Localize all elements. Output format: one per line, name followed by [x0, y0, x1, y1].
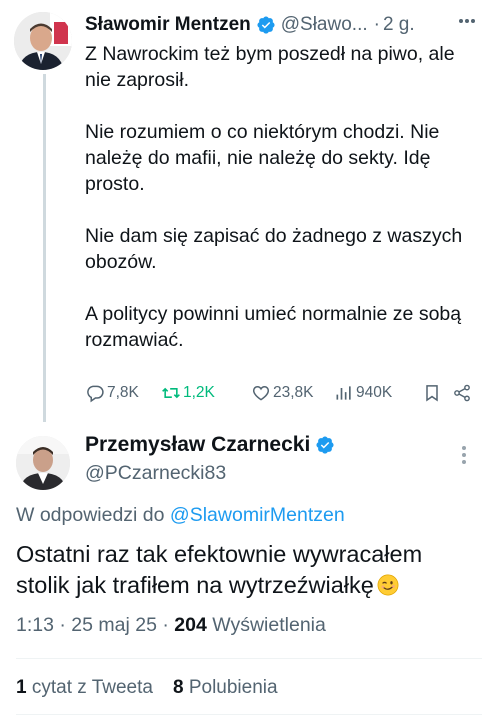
tweet-paragraph: A politycy powinni umieć normalnie ze so… [85, 303, 462, 351]
tweet-body: Ostatni raz tak efektownie wywracałem st… [16, 539, 481, 601]
likes-stat[interactable]: 8 Polubienia [173, 677, 278, 698]
winking-face-emoji [377, 574, 399, 596]
divider [16, 714, 482, 715]
tweet-meta: 1:13 · 25 maj 25 · 204 Wyświetlenia [16, 614, 326, 637]
tweet-paragraph: Nie rozumiem o co niektórym chodzi. Nie … [85, 121, 440, 195]
avatar-image-czarnecki [16, 436, 70, 490]
tweet-time[interactable]: 2 g. [383, 14, 415, 36]
author-name[interactable]: Przemysław Czarnecki [85, 433, 310, 457]
thread-connector-line [43, 74, 46, 422]
views-icon [336, 386, 351, 400]
bookmark-icon [426, 385, 438, 402]
author-name[interactable]: Sławomir Mentzen [85, 14, 251, 36]
reply-mention-link[interactable]: @SlawomirMentzen [170, 504, 345, 526]
like-count: 23,8K [273, 384, 314, 401]
quotes-label: cytat z Tweeta [31, 677, 153, 698]
views-button[interactable]: 940K [334, 383, 422, 403]
divider [16, 658, 482, 659]
reply-button[interactable]: 7,8K [85, 383, 161, 403]
views-count: 940K [356, 384, 393, 401]
verified-badge-icon [316, 436, 334, 454]
reply-count: 7,8K [107, 384, 139, 401]
reply-prefix: W odpowiedzi do [16, 504, 165, 526]
share-icon [454, 384, 470, 402]
bookmark-button[interactable] [422, 383, 452, 403]
tweet-action-bar: 7,8K 1,2K 23,8K 940K [85, 381, 480, 405]
more-icon[interactable] [458, 18, 476, 24]
views-label: Wyświetlenia [212, 614, 326, 636]
verified-badge-icon [257, 16, 275, 34]
like-button[interactable]: 23,8K [251, 383, 334, 403]
retweet-count: 1,2K [183, 384, 215, 401]
share-button[interactable] [452, 383, 478, 403]
views-count: 204 [174, 614, 207, 636]
tweet-text: Ostatni raz tak efektownie wywracałem st… [16, 541, 423, 598]
author-handle[interactable]: @Sławo... [281, 14, 368, 36]
retweet-button[interactable]: 1,2K [161, 383, 251, 403]
retweet-icon [162, 387, 180, 399]
avatar-image-mentzen [14, 12, 72, 70]
tweet-body: Z Nawrockim też bym poszedł na piwo, ale… [85, 41, 480, 353]
likes-count: 8 [172, 677, 184, 698]
engagement-stats: 1 cytat z Tweeta 8 Polubienia [16, 677, 278, 699]
quotes-count: 1 [16, 677, 27, 698]
quotes-stat[interactable]: 1 cytat z Tweeta [16, 677, 153, 698]
reply-context: W odpowiedzi do @SlawomirMentzen [16, 504, 345, 527]
avatar[interactable] [16, 436, 70, 490]
likes-label: Polubienia [188, 677, 278, 698]
more-icon[interactable] [461, 445, 467, 465]
separator-dot: · [373, 14, 380, 35]
reply-icon [87, 385, 104, 403]
tweet-paragraph: Nie dam się zapisać do żadnego z waszych… [85, 225, 463, 273]
tweet-paragraph: Z Nawrockim też bym poszedł na piwo, ale… [85, 43, 455, 91]
avatar[interactable] [14, 12, 72, 70]
author-handle[interactable]: @PCzarnecki83 [85, 462, 335, 485]
like-icon [252, 385, 270, 401]
tweet-timestamp[interactable]: 1:13 · 25 maj 25 · [16, 614, 169, 636]
